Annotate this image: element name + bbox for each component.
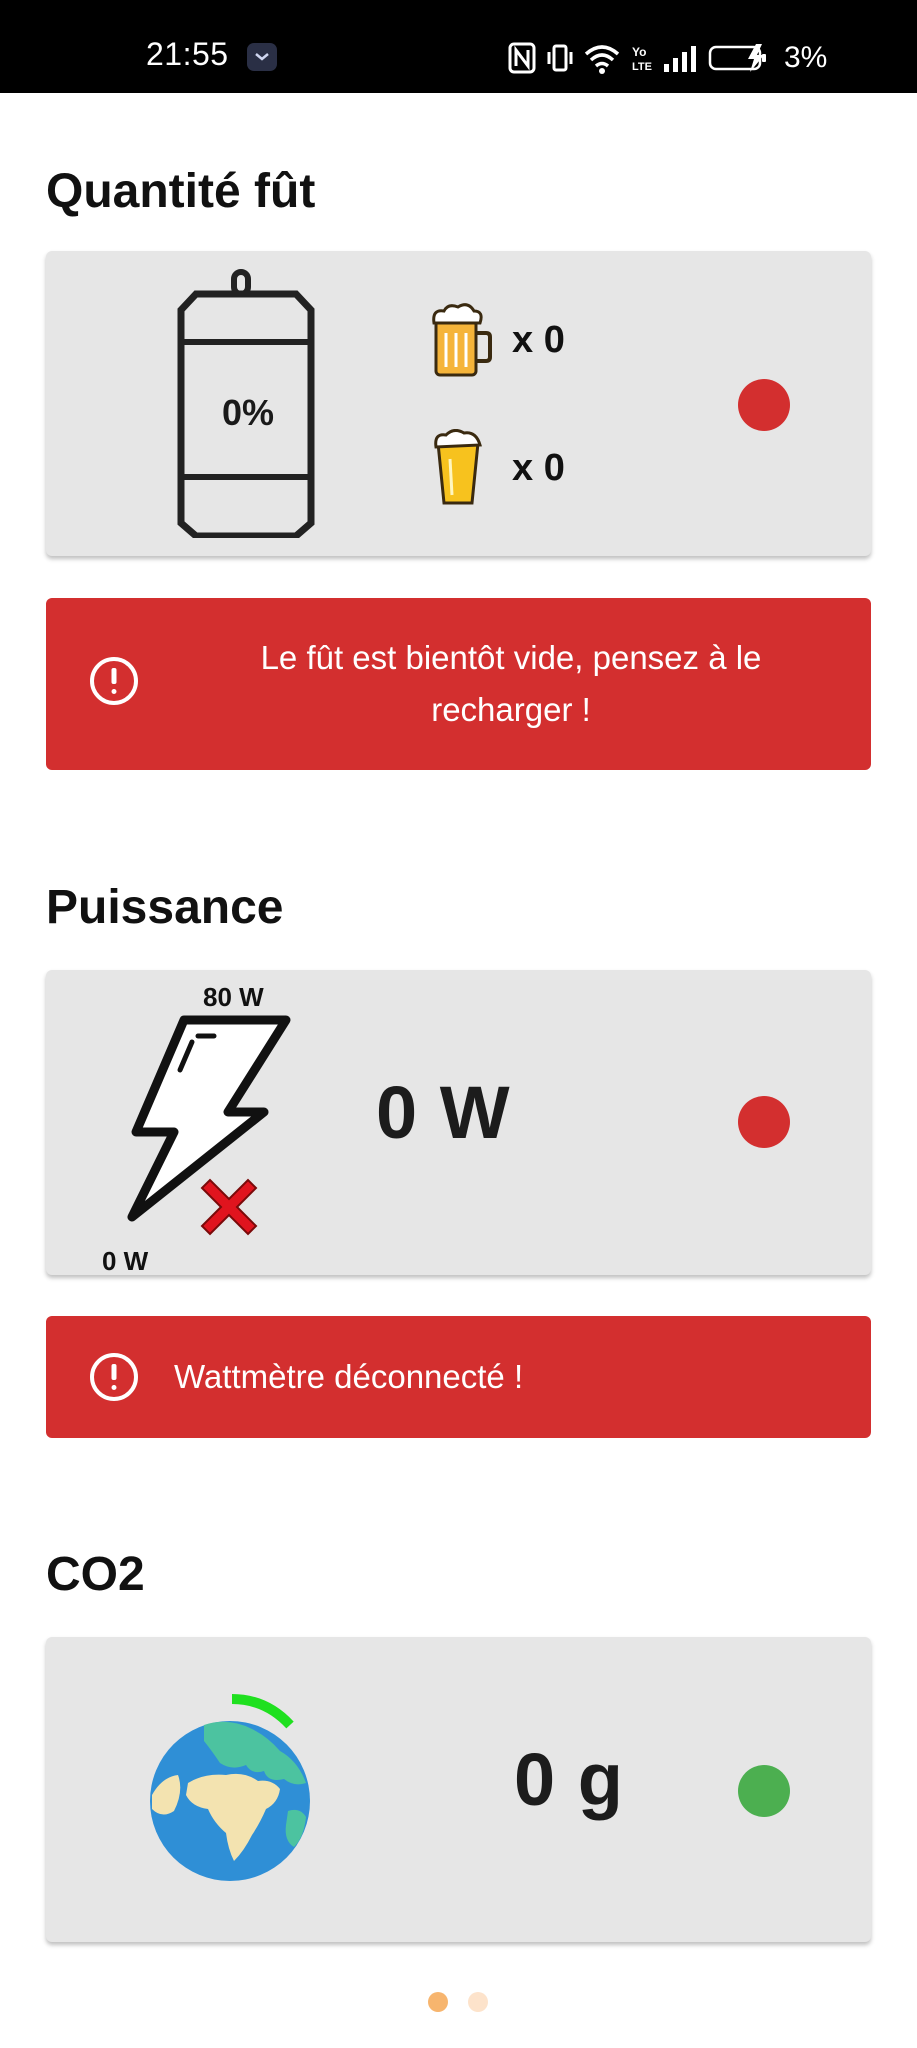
keg-alert: Le fût est bientôt vide, pensez à le rec… [46, 598, 871, 770]
mug-count: x 0 [512, 319, 565, 361]
section-title-co2: CO2 [46, 1548, 145, 1601]
nfc-icon [508, 42, 536, 74]
page-indicator-2[interactable] [468, 1992, 488, 2012]
volte-icon: Yo LTE [632, 45, 652, 73]
wifi-icon [584, 45, 620, 74]
signal-icon [664, 46, 696, 72]
battery-percent: 3% [784, 41, 828, 74]
co2-card: 0 g [46, 1637, 871, 1942]
keg-card: 0% x 0 x 0 [46, 251, 871, 556]
vibrate-icon [547, 44, 573, 72]
power-card: 80 W 0 W 0 W [46, 970, 871, 1276]
co2-status-indicator [738, 1765, 790, 1817]
section-title-power: Puissance [46, 881, 284, 934]
power-alert-text: Wattmètre déconnecté ! [174, 1358, 524, 1395]
status-time: 21:55 [146, 36, 229, 72]
power-status-indicator [738, 1096, 790, 1148]
svg-text:Yo: Yo [632, 45, 646, 59]
beer-glass-icon [434, 429, 482, 505]
status-bar: 21:55 Yo LTE 3% [0, 0, 917, 93]
beer-mug-icon [432, 303, 492, 377]
power-gauge-max-label: 80 W [203, 982, 264, 1012]
exclamation-circle-icon [90, 1353, 138, 1401]
power-value: 0 W [376, 1071, 511, 1154]
co2-value: 0 g [514, 1738, 624, 1821]
svg-text:LTE: LTE [632, 61, 652, 73]
notification-icon [247, 43, 277, 71]
status-icons: Yo LTE 3% [508, 40, 827, 76]
earth-globe-icon [150, 1694, 310, 1881]
section-title-keg: Quantité fût [46, 165, 316, 218]
page-indicator-1[interactable] [428, 1992, 448, 2012]
power-alert: Wattmètre déconnecté ! [46, 1316, 871, 1438]
battery-icon [708, 44, 766, 72]
red-cross-icon [200, 1178, 258, 1236]
power-gauge-min-label: 0 W [102, 1246, 149, 1276]
exclamation-circle-icon [90, 657, 138, 705]
keg-alert-text: Le fût est bientôt vide, pensez à le rec… [260, 639, 762, 728]
glass-count: x 0 [512, 447, 565, 489]
keg-fill-percent: 0% [222, 392, 275, 433]
keg-status-indicator [738, 379, 790, 431]
